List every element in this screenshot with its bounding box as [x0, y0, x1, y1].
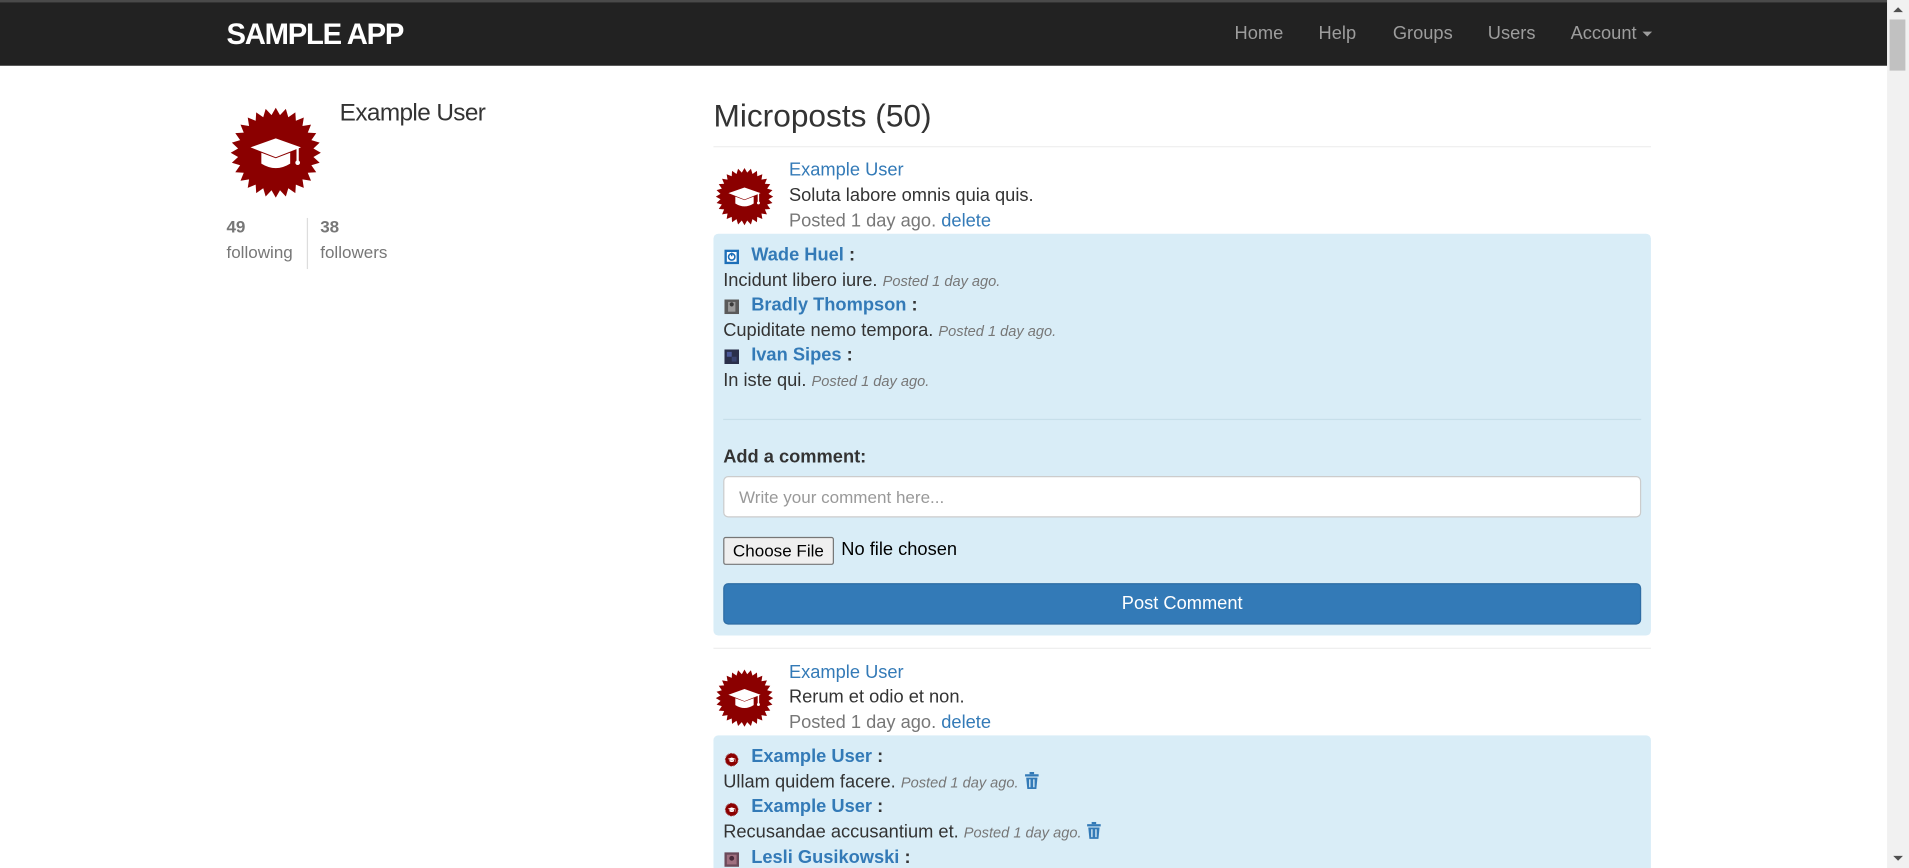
nav-help[interactable]: Help [1319, 23, 1357, 44]
scrollbar-thumb[interactable] [1889, 19, 1906, 71]
heading-divider [713, 146, 1651, 148]
post-timestamp: Posted 1 day ago. delete [789, 712, 991, 733]
caret-down-icon [1642, 31, 1653, 37]
post-avatar[interactable] [715, 668, 775, 728]
comment-time: Posted 1 day ago. [938, 322, 1057, 340]
delete-post-link[interactable]: delete [941, 712, 991, 733]
commenter-avatar-icon [724, 802, 739, 817]
comment-author-name[interactable]: Example User [751, 746, 872, 767]
nav-account-dropdown[interactable]: Account [1571, 23, 1653, 44]
post-user-link[interactable]: Example User [789, 159, 904, 180]
comments-divider [723, 418, 1642, 421]
commenter-avatar-icon [724, 299, 740, 315]
comment-text: Cupiditate nemo tempora. [723, 320, 934, 341]
nav-users[interactable]: Users [1488, 23, 1536, 44]
commenter-avatar-icon [724, 249, 740, 265]
profile-avatar[interactable] [229, 106, 323, 200]
profile-name: Example User [339, 99, 486, 127]
trash-icon[interactable] [1023, 771, 1039, 790]
trash-icon[interactable] [1086, 821, 1102, 840]
add-comment-label: Add a comment: [723, 446, 867, 468]
comment-author[interactable]: Wade Huel : [751, 245, 855, 266]
post-avatar[interactable] [715, 167, 775, 227]
comment-author[interactable]: Ivan Sipes : [751, 345, 853, 366]
commenter-avatar-icon [724, 852, 740, 867]
post-content: Soluta labore omnis quia quis. [788, 185, 1034, 206]
post-comment-button[interactable]: Post Comment [723, 583, 1642, 625]
comment-author[interactable]: Bradly Thompson : [751, 295, 917, 316]
comment-body: In iste qui. Posted 1 day ago. [723, 370, 929, 391]
brand-logo[interactable]: sample app [226, 18, 404, 52]
comment-text: Ullam quidem facere. [723, 771, 896, 793]
following-label: following [226, 242, 293, 262]
comment-author-name[interactable]: Ivan Sipes [751, 345, 841, 366]
comment-text: Recusandae accusantium et. [723, 821, 959, 843]
top-navbar: sample app Home Help Groups Users Accoun… [0, 0, 1888, 66]
comment-author[interactable]: Example User : [751, 796, 883, 817]
comment-body: Recusandae accusantium et. Posted 1 day … [723, 822, 1102, 843]
comment-author[interactable]: Example User : [751, 746, 883, 767]
comment-time: Posted 1 day ago. [811, 372, 930, 390]
comment-author-name[interactable]: Wade Huel [751, 245, 844, 266]
comment-body: Ullam quidem facere. Posted 1 day ago. [723, 772, 1039, 793]
followers-count: 38 [320, 216, 340, 237]
post-divider [713, 647, 1651, 649]
file-status: No file chosen [841, 539, 958, 561]
followers-stat[interactable]: 38 followers [320, 217, 387, 262]
post-user-link[interactable]: Example User [789, 662, 904, 683]
page-scrollbar[interactable] [1887, 0, 1909, 868]
comment-author-name[interactable]: Bradly Thompson [751, 295, 906, 316]
comment-time: Posted 1 day ago. [963, 824, 1082, 842]
microposts-heading: Microposts (50) [713, 97, 932, 134]
nav-groups[interactable]: Groups [1393, 23, 1453, 44]
post-posted-text: Posted 1 day ago. [788, 712, 937, 733]
comment-author[interactable]: Lesli Gusikowski : [751, 847, 910, 868]
comment-time: Posted 1 day ago. [900, 774, 1019, 792]
delete-post-link[interactable]: delete [941, 211, 991, 232]
scroll-up-arrow-icon[interactable] [1887, 0, 1909, 19]
following-count: 49 [226, 216, 246, 237]
commenter-avatar-icon [724, 349, 740, 365]
comment-text: In iste qui. [723, 370, 807, 391]
scroll-down-arrow-icon[interactable] [1887, 849, 1909, 868]
commenter-avatar-icon [724, 752, 739, 767]
comment-input[interactable] [723, 476, 1642, 518]
nav-home[interactable]: Home [1235, 23, 1284, 44]
comment-time: Posted 1 day ago. [882, 272, 1001, 290]
stat-divider [306, 217, 309, 270]
comment-body: Incidunt libero iure. Posted 1 day ago. [723, 270, 1000, 291]
post-content: Rerum et odio et non. [788, 686, 965, 708]
nav-account-label: Account [1570, 23, 1637, 44]
post-timestamp: Posted 1 day ago. delete [789, 211, 991, 232]
comment-author-name[interactable]: Example User [751, 796, 872, 817]
following-stat[interactable]: 49 following [226, 217, 292, 262]
comment-body: Cupiditate nemo tempora. Posted 1 day ag… [723, 320, 1056, 341]
choose-file-button[interactable]: Choose File [723, 536, 834, 565]
post-posted-text: Posted 1 day ago. [788, 210, 937, 232]
comment-text: Incidunt libero iure. [723, 270, 878, 291]
comment-author-name[interactable]: Lesli Gusikowski [751, 847, 899, 868]
followers-label: followers [320, 242, 388, 262]
